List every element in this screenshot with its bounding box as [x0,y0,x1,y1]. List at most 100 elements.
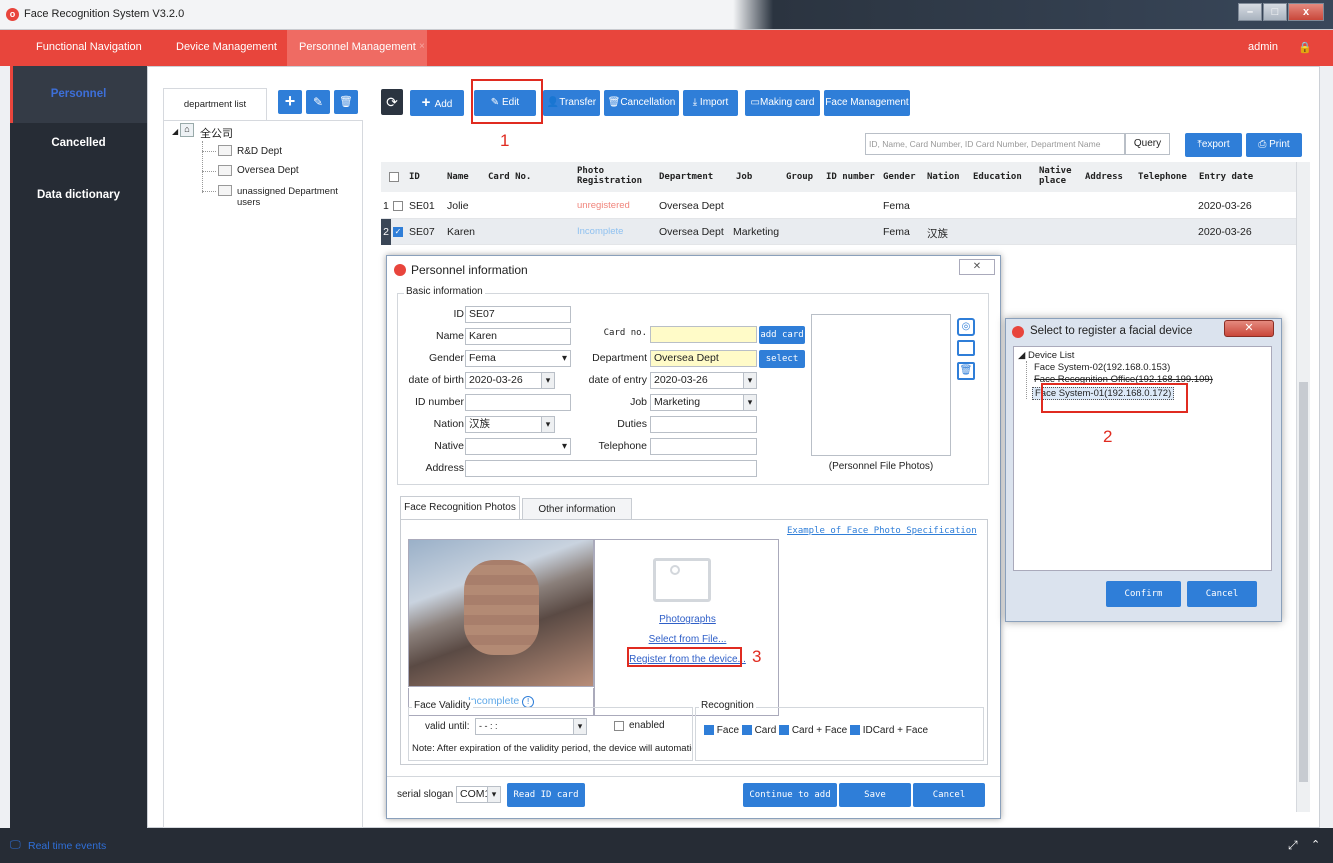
confirm-button[interactable]: Confirm [1106,581,1181,607]
col-department[interactable]: Department [659,172,713,182]
camera-icon[interactable]: ◎ [957,318,975,336]
col-education[interactable]: Education [973,172,1022,182]
col-entry-date[interactable]: Entry date [1199,172,1253,182]
device-item[interactable]: Face System-02(192.168.0.153) [1034,362,1170,373]
table-row-selected[interactable]: 2 ✓ SE07 Karen Incomplete Oversea Dept M… [381,219,1296,245]
col-telephone[interactable]: Telephone [1138,172,1187,182]
making-card-button[interactable]: ▭Making card [745,90,820,116]
sidebar: Personnel Cancelled Data dictionary [10,66,147,828]
row-checkbox[interactable] [393,201,403,211]
card-no-field[interactable] [650,326,757,343]
refresh-icon[interactable]: ⟳ [381,89,403,115]
col-gender[interactable]: Gender [883,172,916,182]
photographs-link[interactable]: Photographs [595,614,780,625]
tab-close-icon[interactable]: × [419,41,425,52]
nav-personnel-management[interactable]: Personnel Management [299,41,416,53]
export-button[interactable]: ⤒export [1185,133,1242,157]
name-field[interactable]: Karen [465,328,571,345]
tab-department-list[interactable]: department list [163,88,267,120]
current-user[interactable]: admin [1248,41,1278,53]
edit-dept-icon[interactable]: ✎ [306,90,330,114]
gender-select[interactable]: Fema [465,350,571,367]
col-card-no[interactable]: Card No. [488,172,531,182]
sidebar-item-data-dictionary[interactable]: Data dictionary [10,189,147,201]
telephone-field[interactable] [650,438,757,455]
col-name[interactable]: Name [447,172,469,182]
example-photo-link[interactable]: Example of Face Photo Specification [787,526,977,536]
query-button[interactable]: Query [1125,133,1170,155]
save-button[interactable]: Save [839,783,911,807]
add-button[interactable]: + Add [410,90,464,116]
chevron-up-icon[interactable]: ⌃ [1311,838,1320,851]
tab-face-photos[interactable]: Face Recognition Photos [400,496,520,520]
dialog-close-button[interactable]: ✕ [959,259,995,275]
enabled-checkbox[interactable] [614,721,624,731]
minimize-button[interactable]: – [1238,3,1262,21]
address-field[interactable] [465,460,757,477]
nav-device-management[interactable]: Device Management [176,41,277,53]
col-group[interactable]: Group [786,172,813,182]
cancel-button[interactable]: Cancel [913,783,985,807]
card-face-checkbox[interactable] [779,725,790,736]
duties-field[interactable] [650,416,757,433]
id-field[interactable]: SE07 [465,306,571,323]
sidebar-item-cancelled[interactable]: Cancelled [10,137,147,149]
device-cancel-button[interactable]: Cancel [1187,581,1257,607]
col-id-number[interactable]: ID number [826,172,875,182]
table-row[interactable]: 1 SE01 Jolie unregistered Oversea Dept F… [381,193,1296,219]
cancellation-button[interactable]: 🗑Cancellation [604,90,679,116]
folder-icon[interactable] [957,340,975,356]
tab-other-info[interactable]: Other information [522,498,632,520]
native-select[interactable] [465,438,571,455]
nav-functional-navigation[interactable]: Functional Navigation [36,41,142,53]
col-native-place[interactable]: Native place [1039,166,1079,186]
id-number-field[interactable] [465,394,571,411]
dob-picker[interactable]: 2020-03-26 [465,372,555,389]
real-time-events-link[interactable]: Real time events [28,840,106,852]
com-port-select[interactable]: COM1 [456,786,501,803]
idcard-face-checkbox[interactable] [849,725,860,736]
col-id[interactable]: ID [409,172,420,182]
entry-date-picker[interactable]: 2020-03-26 [650,372,757,389]
tree-root[interactable]: 全公司 [200,125,233,141]
tree-item[interactable]: unassigned Department users [237,186,362,208]
add-card-button[interactable]: add card [759,326,805,344]
department-field[interactable]: Oversea Dept [650,350,757,367]
vertical-scrollbar[interactable] [1296,162,1310,812]
print-button[interactable]: ⎙ Print [1246,133,1302,157]
lock-icon[interactable]: 🔒 [1298,41,1312,54]
select-all-checkbox[interactable] [389,172,399,182]
delete-photo-icon[interactable]: 🗑 [957,362,975,380]
file-photo-box[interactable] [811,314,951,456]
device-tree-root[interactable]: ◢ Device List [1018,350,1074,361]
transfer-button[interactable]: 👤Transfer [543,90,600,116]
select-department-button[interactable]: select [759,350,805,368]
card-checkbox[interactable] [741,725,752,736]
device-dialog-close-button[interactable]: ✕ [1224,320,1274,337]
tree-line [202,141,203,193]
col-address[interactable]: Address [1085,172,1123,182]
row-checkbox-checked[interactable]: ✓ [393,227,403,237]
nation-select[interactable]: 汉族 [465,416,555,433]
face-checkbox[interactable] [704,725,714,736]
select-from-file-link[interactable]: Select from File... [595,634,780,645]
search-input[interactable]: ID, Name, Card Number, ID Card Number, D… [865,133,1125,155]
fullscreen-icon[interactable]: ⤢ [1288,838,1298,853]
col-nation[interactable]: Nation [927,172,960,182]
sidebar-item-personnel[interactable]: Personnel [10,88,147,100]
tree-item[interactable]: R&D Dept [237,146,282,157]
maximize-button[interactable]: □ [1263,3,1287,21]
tree-item[interactable]: Oversea Dept [237,165,299,176]
valid-until-picker[interactable]: - - : : [475,718,587,735]
delete-dept-icon[interactable]: 🗑 [334,90,358,114]
face-management-button[interactable]: Face Management [824,90,910,116]
col-photo-registration[interactable]: Photo Registration [577,166,657,186]
add-dept-icon[interactable]: + [278,90,302,114]
read-id-card-button[interactable]: Read ID card [507,783,585,807]
close-button[interactable]: x [1288,3,1324,21]
scrollbar-thumb[interactable] [1299,382,1308,782]
continue-to-add-button[interactable]: Continue to add [743,783,837,807]
job-select[interactable]: Marketing [650,394,757,411]
col-job[interactable]: Job [736,172,752,182]
import-button[interactable]: ⤓ Import [683,90,738,116]
